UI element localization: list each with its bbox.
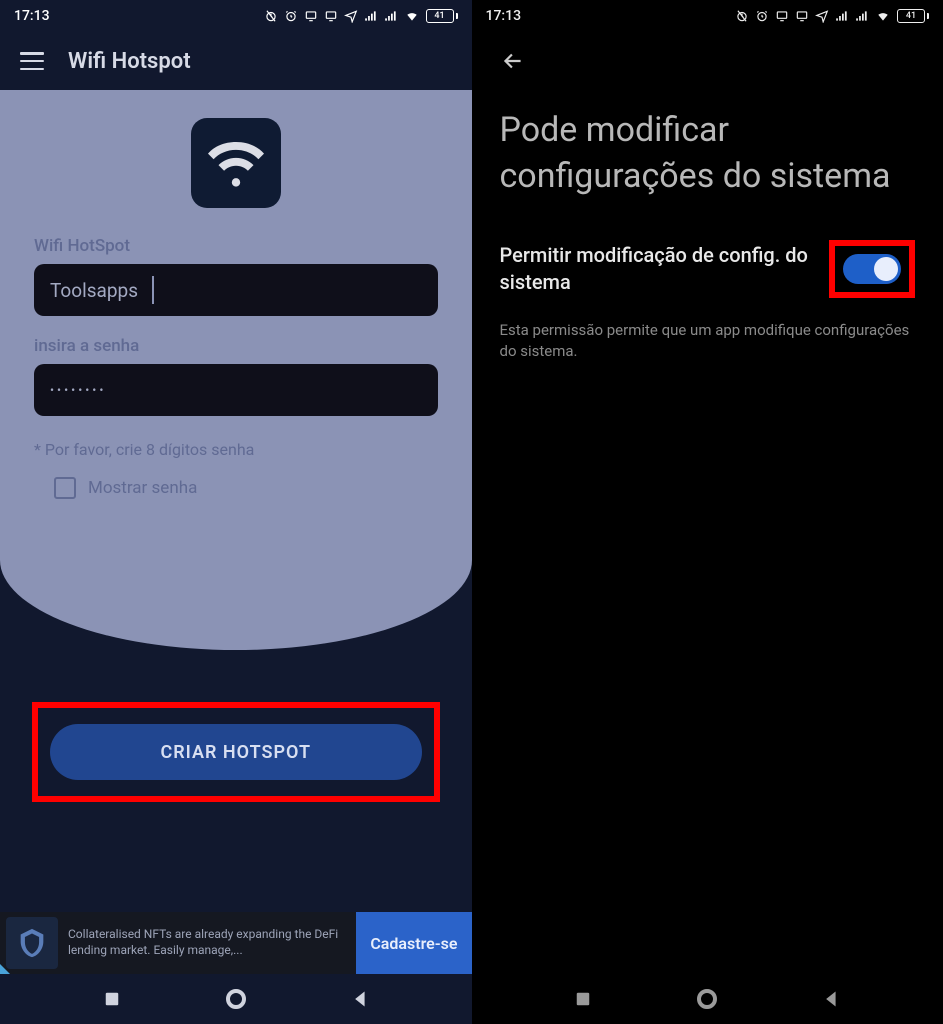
nav-bar	[0, 974, 472, 1024]
nav-recent-button[interactable]	[102, 989, 122, 1009]
nav-home-button[interactable]	[224, 987, 248, 1011]
wifi-logo-icon	[191, 118, 281, 208]
alarm-icon	[284, 9, 298, 23]
ad-banner[interactable]: Collateralised NFTs are already expandin…	[0, 912, 472, 974]
phone-right: 17:13 41 Pode modificar configurações do…	[472, 0, 943, 1024]
nav-back-button[interactable]	[821, 989, 841, 1009]
ad-cta-button[interactable]: Cadastre-se	[356, 912, 471, 974]
highlight-box-create: CRIAR HOTSPOT	[32, 702, 440, 802]
nav-home-button[interactable]	[695, 987, 719, 1011]
permission-row: Permitir modificação de config. do siste…	[500, 240, 916, 298]
text-cursor	[152, 276, 154, 304]
nav-bar	[472, 974, 943, 1024]
location-icon	[815, 9, 829, 23]
password-input[interactable]	[34, 364, 438, 416]
highlight-box-toggle	[829, 240, 915, 298]
status-bar: 17:13 41	[0, 0, 472, 32]
phone-left: 17:13 41 Wifi Hotspot Wifi HotSpot	[0, 0, 472, 1024]
screen-icon	[324, 9, 338, 23]
adchoices-icon[interactable]	[0, 964, 10, 974]
signal-icon	[835, 9, 849, 23]
app-body: Wifi HotSpot insira a senha * Por favor,…	[0, 90, 472, 1024]
ad-app-icon	[6, 917, 58, 969]
toggle-knob	[874, 257, 898, 281]
app-title: Wifi Hotspot	[68, 49, 191, 74]
ssid-input[interactable]	[34, 264, 438, 316]
permission-label: Permitir modificação de config. do siste…	[500, 242, 818, 296]
battery-icon: 41	[897, 9, 929, 23]
wifi-icon	[404, 9, 420, 23]
create-hotspot-button[interactable]: CRIAR HOTSPOT	[50, 724, 422, 780]
alarm-off-icon	[264, 9, 278, 23]
ssid-label: Wifi HotSpot	[34, 236, 438, 256]
status-time: 17:13	[14, 8, 50, 24]
nav-back-button[interactable]	[350, 989, 370, 1009]
page-title: Pode modificar configurações do sistema	[500, 108, 916, 200]
password-label: insira a senha	[34, 336, 438, 356]
screen-icon	[795, 9, 809, 23]
menu-icon[interactable]	[20, 52, 44, 70]
wifi-icon	[875, 9, 891, 23]
app-bar: Wifi Hotspot	[0, 32, 472, 90]
screen-icon	[304, 9, 318, 23]
status-time: 17:13	[486, 8, 522, 24]
settings-body: Pode modificar configurações do sistema …	[472, 32, 943, 362]
password-hint: * Por favor, crie 8 dígitos senha	[34, 440, 438, 459]
permission-description: Esta permissão permite que um app modifi…	[500, 320, 916, 362]
nav-recent-button[interactable]	[573, 989, 593, 1009]
status-icons: 41	[264, 9, 458, 23]
location-icon	[344, 9, 358, 23]
battery-icon: 41	[426, 9, 458, 23]
status-icons: 41	[735, 9, 929, 23]
back-button[interactable]	[500, 48, 526, 74]
screen-icon	[775, 9, 789, 23]
signal-icon	[384, 9, 398, 23]
alarm-icon	[755, 9, 769, 23]
signal-icon	[364, 9, 378, 23]
alarm-off-icon	[735, 9, 749, 23]
show-password-label: Mostrar senha	[88, 478, 197, 498]
permission-toggle[interactable]	[843, 254, 901, 284]
ad-text: Collateralised NFTs are already expandin…	[58, 927, 356, 958]
show-password-row: Mostrar senha	[34, 477, 438, 499]
signal-icon	[855, 9, 869, 23]
show-password-checkbox[interactable]	[54, 477, 76, 499]
status-bar: 17:13 41	[472, 0, 943, 32]
